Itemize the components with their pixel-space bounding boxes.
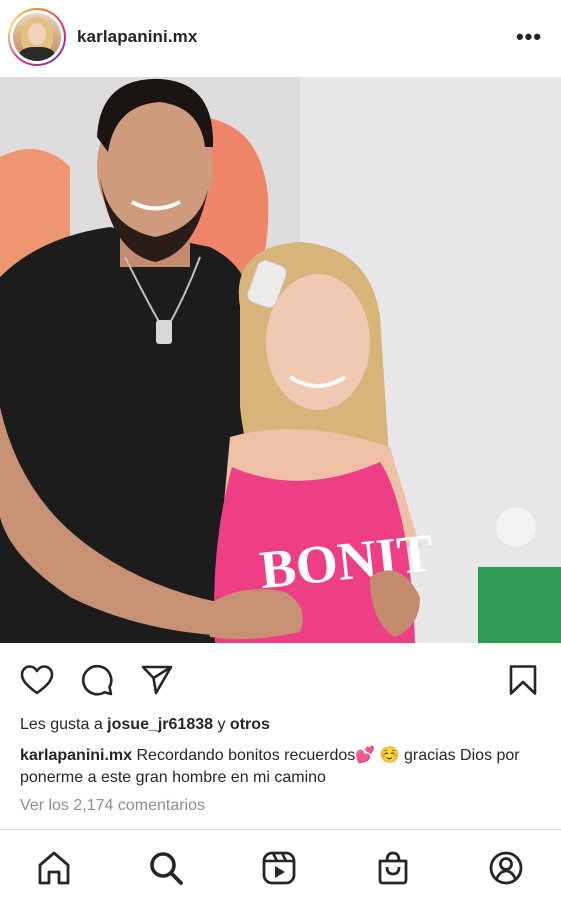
tab-profile[interactable] bbox=[486, 848, 526, 888]
avatar-image bbox=[13, 13, 61, 61]
view-comments-link[interactable]: Ver los 2,174 comentarios bbox=[20, 797, 205, 815]
bottom-tab-bar bbox=[0, 829, 561, 902]
post-photo[interactable]: BONIT bbox=[0, 77, 561, 643]
more-icon: ••• bbox=[515, 24, 543, 49]
comment-icon bbox=[82, 664, 113, 696]
like-button[interactable] bbox=[18, 661, 56, 699]
reels-icon bbox=[262, 851, 296, 885]
tab-home[interactable] bbox=[34, 848, 74, 888]
tab-shop[interactable] bbox=[373, 848, 413, 888]
woman-face bbox=[266, 274, 370, 410]
profile-icon bbox=[489, 851, 523, 885]
likes-middle: y bbox=[213, 716, 230, 733]
likes-others[interactable]: otros bbox=[230, 716, 270, 733]
necklace-tag bbox=[156, 320, 172, 344]
shop-icon bbox=[378, 851, 408, 885]
avatar-border bbox=[10, 10, 64, 64]
heart-icon bbox=[20, 665, 54, 695]
post-actions bbox=[0, 643, 561, 715]
post-header: karlapanini.mx ••• bbox=[0, 0, 561, 77]
post-photo-image: BONIT bbox=[0, 77, 561, 643]
home-icon bbox=[38, 851, 70, 885]
light-spot bbox=[496, 507, 536, 547]
post-username[interactable]: karlapanini.mx bbox=[77, 27, 197, 47]
likes-line: Les gusta a josue_jr61838 y otros bbox=[20, 716, 270, 734]
avatar[interactable] bbox=[8, 8, 66, 66]
liked-by-user[interactable]: josue_jr61838 bbox=[107, 716, 213, 733]
green-board bbox=[478, 567, 561, 643]
more-options-button[interactable]: ••• bbox=[514, 25, 544, 49]
caption-username[interactable]: karlapanini.mx bbox=[20, 747, 132, 764]
avatar-shirt bbox=[19, 47, 55, 61]
send-icon bbox=[141, 665, 173, 695]
save-button[interactable] bbox=[504, 661, 542, 699]
search-icon bbox=[150, 852, 183, 885]
bookmark-icon bbox=[509, 665, 537, 695]
comment-button[interactable] bbox=[78, 661, 116, 699]
share-button[interactable] bbox=[138, 661, 176, 699]
post-caption: karlapanini.mx Recordando bonitos recuer… bbox=[20, 745, 545, 789]
tab-search[interactable] bbox=[146, 848, 186, 888]
avatar-face bbox=[28, 23, 46, 45]
likes-prefix: Les gusta a bbox=[20, 716, 108, 733]
tab-reels[interactable] bbox=[259, 848, 299, 888]
